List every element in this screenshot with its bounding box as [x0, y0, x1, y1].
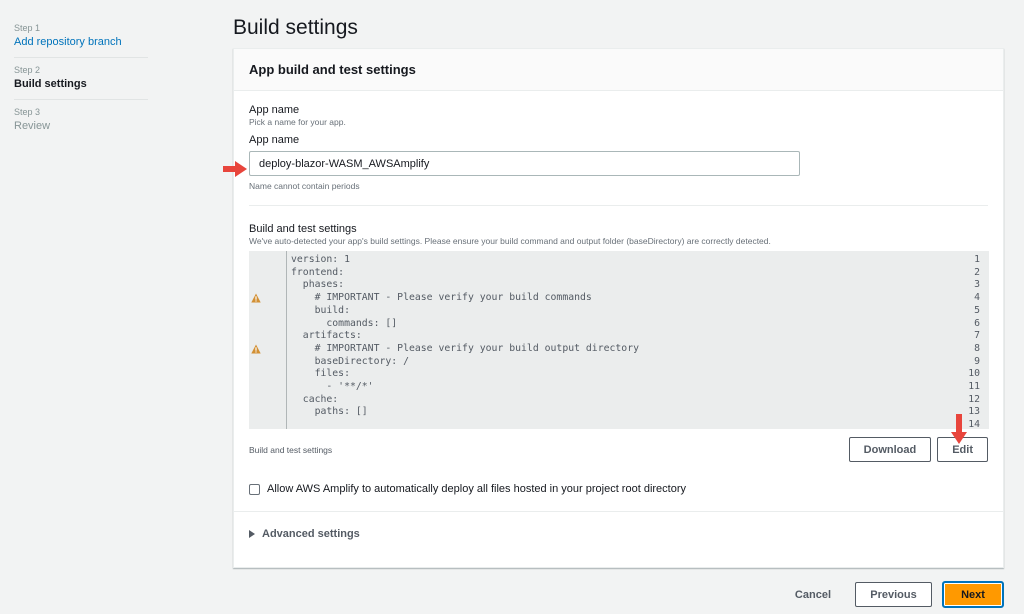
build-settings-description: We've auto-detected your app's build set…	[249, 236, 771, 246]
build-settings-section: Build and test settings We've auto-detec…	[249, 206, 989, 462]
code-text: files:	[291, 368, 350, 380]
code-line: 13 paths: []	[249, 406, 989, 419]
warning-icon	[251, 344, 261, 354]
next-button[interactable]: Next	[942, 581, 1004, 608]
code-line: 4 # IMPORTANT - Please verify your build…	[249, 292, 989, 305]
step-label-review: Review	[14, 120, 51, 132]
auto-deploy-checkbox-row[interactable]: Allow AWS Amplify to automatically deplo…	[249, 483, 988, 495]
line-number: 4	[974, 292, 980, 304]
code-text: build:	[291, 304, 350, 316]
code-line: 1 version: 1	[249, 254, 989, 267]
line-number: 11	[968, 381, 980, 392]
app-name-section-label: App name	[249, 104, 300, 116]
code-text: - '**/*'	[291, 381, 374, 392]
app-name-hint: Name cannot contain periods	[249, 181, 360, 191]
line-number: 12	[968, 393, 980, 405]
code-text: phases:	[291, 279, 345, 291]
page-title: Build settings	[233, 16, 358, 39]
code-text: cache:	[291, 393, 339, 405]
warning-icon	[251, 293, 261, 303]
code-line: 12 cache:	[249, 394, 989, 407]
step-3: Step 3 Review	[14, 106, 148, 141]
code-text: frontend:	[291, 266, 345, 278]
annotation-arrow-down-icon	[951, 414, 967, 444]
cancel-button[interactable]: Cancel	[781, 589, 845, 601]
wizard-actions: Cancel Previous Next	[781, 581, 1004, 608]
auto-deploy-checkbox[interactable]	[249, 483, 260, 495]
step-number: Step 1	[14, 23, 41, 33]
previous-button[interactable]: Previous	[855, 582, 932, 607]
advanced-settings-label[interactable]: Advanced settings	[262, 528, 360, 540]
step-label-build-settings: Build settings	[14, 78, 87, 90]
code-line: 2 frontend:	[249, 267, 989, 280]
build-settings-card: App build and test settings App name Pic…	[233, 48, 1004, 568]
line-number: 10	[968, 368, 980, 380]
app-name-description: Pick a name for your app.	[249, 117, 346, 127]
line-number: 2	[974, 266, 980, 278]
step-2: Step 2 Build settings	[14, 64, 148, 100]
download-button[interactable]: Download	[848, 437, 932, 462]
card-title: App build and test settings	[249, 62, 416, 77]
build-spec-code-editor[interactable]: 1 version: 1 2 frontend: 3 phases: 4 # IMPORT…	[249, 251, 989, 432]
code-line: 11 - '**/*'	[249, 381, 989, 394]
app-name-input[interactable]	[249, 151, 800, 176]
annotation-arrow-right-icon	[223, 161, 247, 177]
editor-footer: Build and test settings Download Edit	[249, 437, 988, 462]
app-name-field-label: App name	[249, 134, 300, 146]
line-number: 9	[974, 355, 980, 367]
step-number: Step 3	[14, 107, 41, 117]
code-line: 14	[249, 419, 989, 432]
code-text: # IMPORTANT - Please verify your build c…	[291, 292, 592, 304]
auto-deploy-checkbox-label[interactable]: Allow AWS Amplify to automatically deplo…	[267, 483, 686, 495]
caret-right-icon	[249, 530, 255, 538]
wizard-steps: Step 1 Add repository branch Step 2 Buil…	[14, 22, 148, 147]
line-number: 3	[974, 279, 980, 291]
code-line: 10 files:	[249, 368, 989, 381]
code-line: 5 build:	[249, 305, 989, 318]
line-number: 5	[974, 304, 980, 316]
line-number: 8	[974, 342, 980, 354]
code-text: artifacts:	[291, 330, 362, 342]
line-number: 1	[974, 254, 980, 265]
step-1: Step 1 Add repository branch	[14, 22, 148, 58]
code-line: 3 phases:	[249, 279, 989, 292]
code-text: version: 1	[291, 254, 350, 265]
code-text: # IMPORTANT - Please verify your build o…	[291, 342, 639, 354]
code-line: 7 artifacts:	[249, 330, 989, 343]
code-line: 8 # IMPORTANT - Please verify your build…	[249, 343, 989, 356]
code-text: baseDirectory: /	[291, 355, 409, 367]
step-number: Step 2	[14, 65, 41, 75]
card-header: App build and test settings	[234, 49, 1003, 91]
line-number: 6	[974, 317, 980, 329]
advanced-settings-toggle[interactable]: Advanced settings	[249, 512, 988, 556]
step-link-add-repository-branch[interactable]: Add repository branch	[14, 35, 148, 50]
code-text: commands: []	[291, 317, 398, 329]
app-name-section: App name Pick a name for your app. App n…	[249, 91, 988, 191]
code-line: 9 baseDirectory: /	[249, 356, 989, 369]
code-line: 6 commands: []	[249, 318, 989, 331]
code-text: paths: []	[291, 406, 368, 418]
build-settings-label: Build and test settings	[249, 223, 357, 235]
editor-footer-label: Build and test settings	[249, 444, 333, 455]
line-number: 7	[974, 330, 980, 342]
